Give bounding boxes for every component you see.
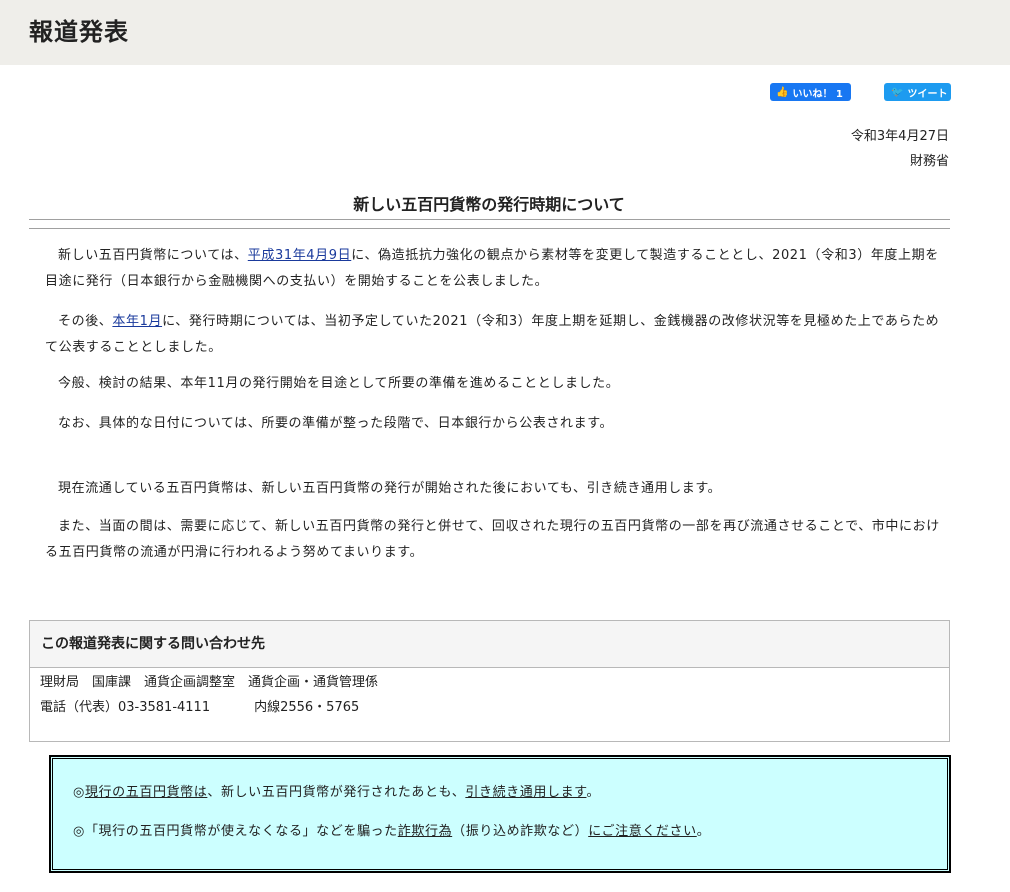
contact-phone-line: 電話（代表）03-3581-4111 内線2556・5765 — [40, 696, 359, 715]
link-h31-apr-9[interactable]: 平成31年4月9日 — [248, 248, 351, 263]
notice-link-still-valid[interactable]: 引き続き通用します — [465, 785, 586, 800]
paragraph-6: また、当面の間は、需要に応じて、新しい五百円貨幣の発行と併せて、回収された現行の… — [45, 519, 940, 560]
paragraph-4: なお、具体的な日付については、所要の準備が整った段階で、日本銀行から公表されます… — [58, 416, 614, 431]
paragraph-3: 今般、検討の結果、本年11月の発行開始を目途として所要の準備を進めることとしまし… — [58, 376, 620, 391]
tweet-label: ツイート — [907, 88, 948, 100]
notice-link-fraud[interactable]: 詐欺行為 — [398, 824, 452, 839]
paragraph-1: 新しい五百円貨幣については、平成31年4月9日に、偽造抵抗力強化の観点から素材等… — [45, 248, 939, 289]
contact-box: この報道発表に関する問い合わせ先 理財局 国庫課 通貨企画調整室 通貨企画・通貨… — [29, 620, 950, 742]
header-bar: 報道発表 — [0, 0, 1010, 65]
document-title: 新しい五百円貨幣の発行時期について — [353, 195, 625, 214]
publication-date: 令和3年4月27日 — [850, 129, 949, 144]
contact-phone: 電話（代表）03-3581-4111 — [40, 700, 211, 715]
notice-link-beware[interactable]: にご注意ください — [588, 824, 697, 839]
title-divider-top — [29, 219, 950, 220]
tweet-button[interactable]: 🐦 ツイート — [884, 83, 951, 101]
thumbs-up-icon: 👍 — [776, 86, 789, 98]
notice-line-1: ◎現行の五百円貨幣は、新しい五百円貨幣が発行されたあとも、引き続き通用します。 — [73, 785, 601, 800]
contact-extension: 内線2556・5765 — [254, 700, 360, 715]
twitter-bird-icon: 🐦 — [891, 86, 904, 98]
paragraph-2: その後、本年1月に、発行時期については、当初予定していた2021（令和3）年度上… — [45, 314, 940, 355]
bullet-mark: ◎ — [73, 824, 85, 839]
contact-department: 理財局 国庫課 通貨企画調整室 通貨企画・通貨管理係 — [40, 675, 379, 690]
ministry-name: 財務省 — [909, 154, 949, 169]
bullet-mark: ◎ — [73, 785, 85, 800]
notice-box: ◎現行の五百円貨幣は、新しい五百円貨幣が発行されたあとも、引き続き通用します。 … — [49, 755, 951, 873]
like-label: いいね！ 1 — [792, 88, 843, 100]
paragraph-5: 現在流通している五百円貨幣は、新しい五百円貨幣の発行が開始された後においても、引… — [58, 481, 722, 496]
notice-line-2: ◎「現行の五百円貨幣が使えなくなる」などを騙った詐欺行為（振り込め詐欺など）にご… — [73, 824, 711, 839]
contact-heading: この報道発表に関する問い合わせ先 — [30, 621, 949, 668]
page-title: 報道発表 — [29, 18, 129, 46]
title-divider-bottom — [29, 228, 950, 229]
notice-link-current-coin[interactable]: 現行の五百円貨幣は — [85, 785, 207, 800]
link-this-january[interactable]: 本年1月 — [112, 314, 162, 329]
like-button[interactable]: 👍 いいね！ 1 — [770, 83, 851, 101]
